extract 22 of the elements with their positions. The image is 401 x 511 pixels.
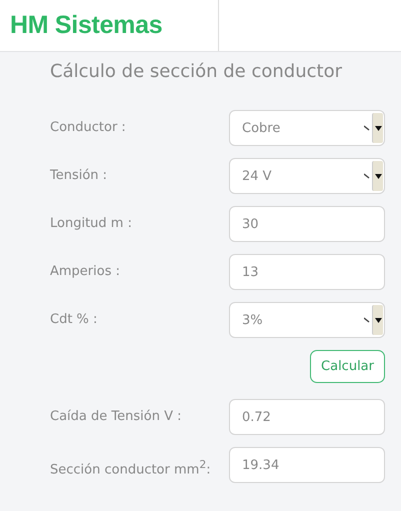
- input-field[interactable]: 30: [229, 206, 385, 242]
- field-label: Conductor :: [50, 119, 127, 137]
- chevron-icon: [364, 173, 370, 179]
- caret-icon: [372, 305, 383, 335]
- chevron-icon: [364, 317, 370, 323]
- caret-icon: [372, 113, 383, 143]
- field-label: Tensión :: [50, 167, 108, 185]
- dropdown[interactable]: 3%: [229, 302, 385, 338]
- field-label: Sección conductor mm$^{2}$:: [50, 457, 212, 480]
- dropdown[interactable]: 24 V: [229, 158, 385, 194]
- input-field[interactable]: 19.34: [229, 447, 385, 483]
- field-label: Longitud m :: [50, 215, 133, 233]
- field-label: Caída de Tensión V :: [50, 408, 182, 426]
- chevron-icon: [364, 125, 370, 131]
- form-title: Cálculo de sección de conductor: [50, 60, 343, 84]
- input-field[interactable]: 13: [229, 254, 385, 290]
- dropdown[interactable]: Cobre: [229, 110, 385, 146]
- calculate-button[interactable]: Calcular: [310, 350, 385, 383]
- field-label: Cdt % :: [50, 311, 98, 329]
- field-label: Amperios :: [50, 263, 122, 281]
- caret-icon: [372, 161, 383, 191]
- input-field[interactable]: 0.72: [229, 399, 385, 435]
